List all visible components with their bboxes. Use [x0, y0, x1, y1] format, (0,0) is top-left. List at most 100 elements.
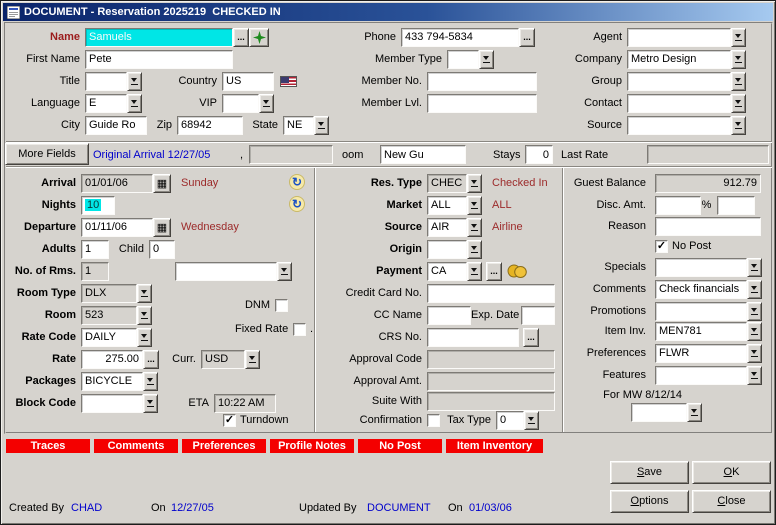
agent-field[interactable]: [627, 28, 731, 47]
dnm-checkbox[interactable]: [275, 299, 288, 312]
exp-date-field[interactable]: [521, 306, 555, 325]
group-field[interactable]: [627, 72, 731, 91]
profile-button[interactable]: [249, 28, 269, 47]
traces-button[interactable]: Traces: [6, 439, 90, 453]
options-button[interactable]: Options: [610, 490, 689, 513]
language-field[interactable]: E: [85, 94, 127, 113]
profile-notes-button[interactable]: Profile Notes: [270, 439, 354, 453]
comments-dropdown-button[interactable]: [747, 280, 762, 299]
recalculate-button[interactable]: ↻: [289, 174, 305, 190]
phone-lookup-button[interactable]: ...: [519, 28, 535, 47]
contact-dropdown-button[interactable]: [731, 94, 746, 113]
comments-button[interactable]: Comments: [94, 439, 178, 453]
child-field[interactable]: 0: [149, 240, 175, 259]
source-profile-field[interactable]: [627, 116, 731, 135]
no-post-checkbox[interactable]: ✓: [655, 240, 668, 253]
company-field[interactable]: Metro Design: [627, 50, 731, 69]
member-lvl-field[interactable]: [427, 94, 537, 113]
state-field[interactable]: NE: [283, 116, 314, 135]
item-inventory-button[interactable]: Item Inventory: [446, 439, 543, 453]
phone-field[interactable]: 433 794-5834: [401, 28, 519, 47]
promotions-dropdown-button[interactable]: [747, 302, 762, 321]
nights-field[interactable]: 10: [81, 196, 115, 215]
contact-field[interactable]: [627, 94, 731, 113]
preferences-button[interactable]: Preferences: [182, 439, 266, 453]
credit-card-no-field[interactable]: [427, 284, 555, 303]
item-inv-dropdown-button[interactable]: [747, 322, 762, 341]
tax-type-dropdown-button[interactable]: [524, 411, 539, 430]
crs-no-field[interactable]: [427, 328, 519, 347]
for-mw-field[interactable]: [631, 403, 687, 422]
source-profile-dropdown-button[interactable]: [731, 116, 746, 135]
room-feature-combo-field[interactable]: [175, 262, 277, 281]
payment-dropdown-button[interactable]: [467, 262, 482, 281]
ok-button[interactable]: OK: [692, 461, 771, 484]
promotions-field[interactable]: [655, 302, 747, 321]
comments-field[interactable]: Check financials: [655, 280, 747, 299]
close-button[interactable]: Close: [692, 490, 771, 513]
language-dropdown-button[interactable]: [127, 94, 142, 113]
rate-lookup-button[interactable]: ...: [143, 350, 159, 369]
tax-type-field[interactable]: 0: [496, 411, 524, 430]
first-name-field[interactable]: Pete: [85, 50, 233, 69]
origin-dropdown-button[interactable]: [467, 240, 482, 259]
company-dropdown-button[interactable]: [731, 50, 746, 69]
rate-code-dropdown-button[interactable]: [137, 328, 152, 347]
source-field[interactable]: AIR: [427, 218, 467, 237]
features-dropdown-button[interactable]: [747, 366, 762, 385]
market-dropdown-button[interactable]: [467, 196, 482, 215]
specials-field[interactable]: [655, 258, 747, 277]
source-dropdown-button[interactable]: [467, 218, 482, 237]
recalculate-button-2[interactable]: ↻: [289, 196, 305, 212]
state-dropdown-button[interactable]: [314, 116, 329, 135]
group-dropdown-button[interactable]: [731, 72, 746, 91]
specials-dropdown-button[interactable]: [747, 258, 762, 277]
origin-field[interactable]: [427, 240, 467, 259]
cash-icon[interactable]: [507, 264, 527, 278]
vip-dropdown-button[interactable]: [259, 94, 274, 113]
zip-field[interactable]: 68942: [177, 116, 243, 135]
name-field[interactable]: Samuels: [85, 28, 233, 47]
disc-amt-field[interactable]: [655, 196, 701, 215]
features-field[interactable]: [655, 366, 747, 385]
preferences-dropdown-button[interactable]: [747, 344, 762, 363]
more-fields-button[interactable]: More Fields: [5, 143, 89, 165]
market-field[interactable]: ALL: [427, 196, 467, 215]
item-inv-field[interactable]: MEN781: [655, 322, 747, 341]
confirmation-checkbox[interactable]: [427, 414, 440, 427]
title-field[interactable]: [85, 72, 127, 91]
member-type-field[interactable]: [447, 50, 479, 69]
member-no-field[interactable]: [427, 72, 537, 91]
confirmation-label: Confirmation: [319, 414, 427, 426]
adults-field[interactable]: 1: [81, 240, 109, 259]
rate-code-field[interactable]: DAILY: [81, 328, 137, 347]
name-lookup-button[interactable]: ...: [233, 28, 249, 47]
save-button[interactable]: Save: [610, 461, 689, 484]
payment-field[interactable]: CA: [427, 262, 467, 281]
arrival-calendar-button[interactable]: ▦: [153, 174, 171, 193]
reason-field[interactable]: [655, 217, 761, 236]
departure-field[interactable]: 01/11/06: [81, 218, 153, 237]
vip-field[interactable]: [222, 94, 259, 113]
turndown-checkbox[interactable]: ✓: [223, 414, 236, 427]
preferences-field[interactable]: FLWR: [655, 344, 747, 363]
packages-dropdown-button[interactable]: [143, 372, 158, 391]
crs-no-lookup-button[interactable]: ...: [523, 328, 539, 347]
cc-name-field[interactable]: [427, 306, 471, 325]
packages-field[interactable]: BICYCLE: [81, 372, 143, 391]
block-code-field[interactable]: [81, 394, 143, 413]
fixed-rate-checkbox[interactable]: [293, 323, 306, 336]
room-feature-dropdown-button[interactable]: [277, 262, 292, 281]
rate-field[interactable]: 275.00: [81, 350, 143, 369]
city-field[interactable]: Guide Ro: [85, 116, 147, 135]
payment-lookup-button[interactable]: ...: [486, 262, 502, 281]
country-field[interactable]: US: [222, 72, 274, 91]
member-type-dropdown-button[interactable]: [479, 50, 494, 69]
for-mw-dropdown-button[interactable]: [687, 403, 702, 422]
departure-calendar-button[interactable]: ▦: [153, 218, 171, 237]
no-post-button[interactable]: No Post: [358, 439, 442, 453]
title-dropdown-button[interactable]: [127, 72, 142, 91]
disc-pct-field[interactable]: [717, 196, 755, 215]
agent-dropdown-button[interactable]: [731, 28, 746, 47]
block-code-dropdown-button[interactable]: [143, 394, 158, 413]
